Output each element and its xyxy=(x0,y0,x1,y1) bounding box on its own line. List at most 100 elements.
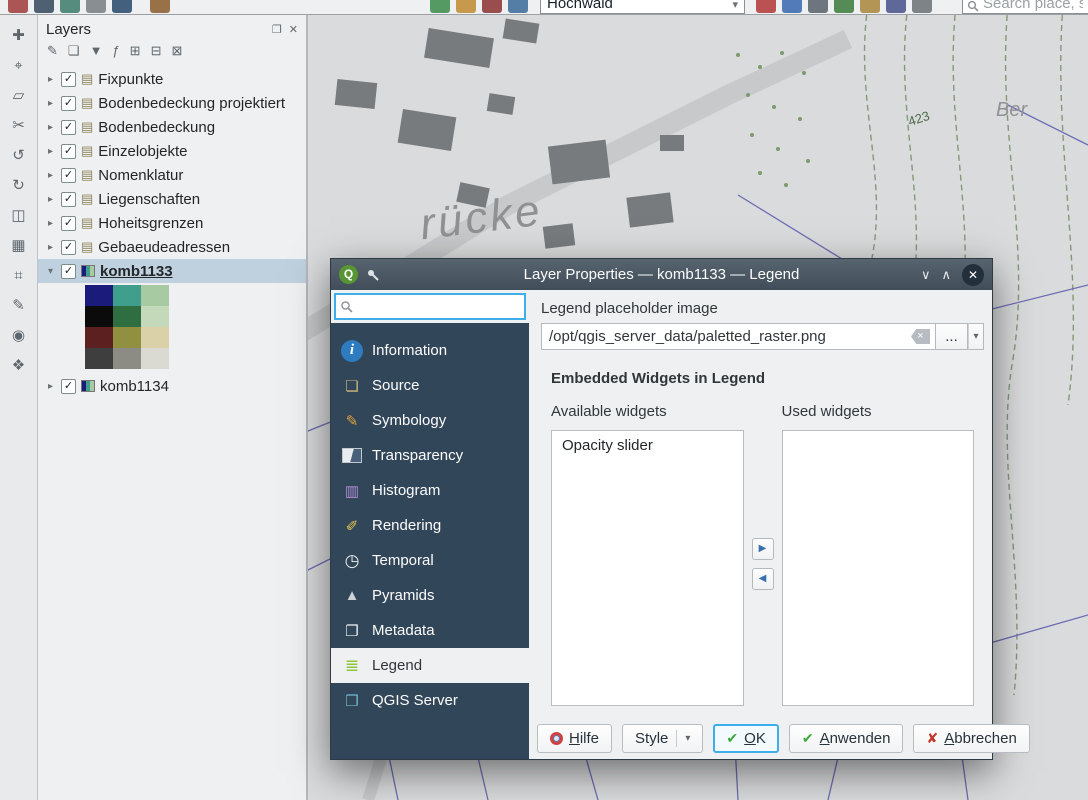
expand-arrow-icon[interactable]: ▸ xyxy=(45,122,56,133)
toolbar-icon[interactable] xyxy=(912,0,932,13)
tab-information[interactable]: Information xyxy=(331,333,529,368)
tab-metadata[interactable]: Metadata xyxy=(331,613,529,648)
target-icon[interactable]: ⌖ xyxy=(6,55,32,77)
cancel-button[interactable]: ✘Abbrechen xyxy=(913,724,1029,753)
filter-expression-icon[interactable]: ƒ xyxy=(112,43,119,59)
properties-search-input[interactable] xyxy=(357,298,520,315)
layer-checkbox[interactable]: ✓ xyxy=(61,120,76,135)
close-icon[interactable]: ✕ xyxy=(962,264,984,286)
toolbar-icon[interactable] xyxy=(482,0,502,13)
merge-icon[interactable]: ◫ xyxy=(6,205,32,227)
place-search-field[interactable] xyxy=(962,0,1088,14)
layer-tree-item[interactable]: ▸ ✓ ▤ Gebaeudeadressen xyxy=(38,235,306,259)
tab-temporal[interactable]: Temporal xyxy=(331,543,529,578)
expand-arrow-icon[interactable]: ▸ xyxy=(45,381,56,392)
toolbar-icon[interactable] xyxy=(112,0,132,13)
layer-tree-item[interactable]: ▸ ✓ ▤ Fixpunkte xyxy=(38,67,306,91)
digitize-icon[interactable]: ✚ xyxy=(6,25,32,47)
pin-icon[interactable] xyxy=(366,268,380,282)
tab-qgis-server[interactable]: QGIS Server xyxy=(331,683,529,718)
close-panel-icon[interactable]: ✕ xyxy=(289,23,298,36)
place-search-input[interactable] xyxy=(983,0,1083,12)
toolbar-icon[interactable] xyxy=(430,0,450,13)
toolbar-icon[interactable] xyxy=(886,0,906,13)
toolbar-icon[interactable] xyxy=(8,0,28,13)
redo-icon[interactable]: ↻ xyxy=(6,175,32,197)
polygon-icon[interactable]: ▱ xyxy=(6,85,32,107)
toolbar-icon[interactable] xyxy=(860,0,880,13)
expand-arrow-icon[interactable]: ▾ xyxy=(45,266,56,277)
add-widget-button[interactable]: ▶ xyxy=(752,538,774,560)
layer-checkbox[interactable]: ✓ xyxy=(61,216,76,231)
toolbar-icon[interactable] xyxy=(34,0,54,13)
dock-panel-icon[interactable]: ❐ xyxy=(272,23,282,36)
layer-tree-item[interactable]: ▸ ✓ ▤ Hoheitsgrenzen xyxy=(38,211,306,235)
layer-tree-item[interactable]: ▸ ✓ ▤ Bodenbedeckung projektiert xyxy=(38,91,306,115)
expand-arrow-icon[interactable]: ▸ xyxy=(45,194,56,205)
list-item[interactable]: Opacity slider xyxy=(562,437,733,454)
layer-tree-item[interactable]: ▸ ✓ ▤ Einzelobjekte xyxy=(38,139,306,163)
toolbar-icon[interactable] xyxy=(60,0,80,13)
used-widgets-list[interactable] xyxy=(782,430,975,706)
tab-source[interactable]: Source xyxy=(331,368,529,403)
split-icon[interactable]: ✂ xyxy=(6,115,32,137)
layer-tree-item[interactable]: ▸ ✓ ▤ Liegenschaften xyxy=(38,187,306,211)
image-path-field[interactable]: × xyxy=(541,323,936,350)
shade-up-icon[interactable]: ∧ xyxy=(941,267,951,283)
browse-dropdown-icon[interactable]: ▾ xyxy=(968,323,984,350)
help-button[interactable]: Hilfe xyxy=(537,724,612,753)
tab-transparency[interactable]: Transparency xyxy=(331,438,529,473)
toolbar-icon[interactable] xyxy=(808,0,828,13)
filter-legend-icon[interactable]: ▼ xyxy=(90,43,103,59)
toolbar-icon[interactable] xyxy=(150,0,170,13)
toolbar-icon[interactable] xyxy=(456,0,476,13)
remove-layer-icon[interactable]: ⊠ xyxy=(171,43,182,59)
layer-styling-icon[interactable]: ✎ xyxy=(47,43,58,59)
toolbar-icon[interactable] xyxy=(834,0,854,13)
tab-pyramids[interactable]: Pyramids xyxy=(331,578,529,613)
node-tool-icon[interactable]: ◉ xyxy=(6,325,32,347)
properties-search-field[interactable] xyxy=(334,293,526,320)
expand-arrow-icon[interactable]: ▸ xyxy=(45,98,56,109)
apply-button[interactable]: ✔Anwenden xyxy=(789,724,904,753)
layer-checkbox[interactable]: ✓ xyxy=(61,240,76,255)
ok-button[interactable]: ✔OK xyxy=(713,724,778,753)
browse-button[interactable]: ... xyxy=(936,323,968,350)
add-group-icon[interactable]: ❏ xyxy=(68,43,80,59)
expand-all-icon[interactable]: ⊞ xyxy=(130,43,141,59)
tab-legend[interactable]: Legend xyxy=(331,648,529,683)
edit-tool-icon[interactable]: ✎ xyxy=(6,295,32,317)
expand-arrow-icon[interactable]: ▸ xyxy=(45,74,56,85)
layer-tree-item[interactable]: ▸ ✓ komb1134 xyxy=(38,374,306,398)
collapse-all-icon[interactable]: ⊟ xyxy=(151,43,162,59)
tab-symbology[interactable]: Symbology xyxy=(331,403,529,438)
grid-tool-icon[interactable]: ⌗ xyxy=(6,265,32,287)
undo-icon[interactable]: ↺ xyxy=(6,145,32,167)
toolbar-icon[interactable] xyxy=(756,0,776,13)
layer-checkbox[interactable]: ✓ xyxy=(61,379,76,394)
image-path-input[interactable] xyxy=(549,328,907,345)
shade-down-icon[interactable]: ∨ xyxy=(921,267,931,283)
layer-checkbox[interactable]: ✓ xyxy=(61,168,76,183)
toolbar-icon[interactable] xyxy=(508,0,528,13)
toolbar-icon[interactable] xyxy=(86,0,106,13)
tab-histogram[interactable]: Histogram xyxy=(331,473,529,508)
layer-tree-item[interactable]: ▸ ✓ ▤ Bodenbedeckung xyxy=(38,115,306,139)
expand-arrow-icon[interactable]: ▸ xyxy=(45,218,56,229)
layer-tree-item-selected[interactable]: ▾ ✓ komb1133 xyxy=(38,259,306,283)
expand-arrow-icon[interactable]: ▸ xyxy=(45,170,56,181)
expand-arrow-icon[interactable]: ▸ xyxy=(45,242,56,253)
style-button[interactable]: Style▾ xyxy=(622,724,703,753)
locator-combobox[interactable]: Hochwald ▾ xyxy=(540,0,745,14)
layer-checkbox[interactable]: ✓ xyxy=(61,72,76,87)
layer-checkbox[interactable]: ✓ xyxy=(61,264,76,279)
clear-icon[interactable]: × xyxy=(911,329,930,344)
available-widgets-list[interactable]: Opacity slider xyxy=(551,430,744,706)
toolbar-icon[interactable] xyxy=(782,0,802,13)
expand-arrow-icon[interactable]: ▸ xyxy=(45,146,56,157)
layer-checkbox[interactable]: ✓ xyxy=(61,144,76,159)
select-tool-icon[interactable]: ❖ xyxy=(6,355,32,377)
remove-widget-button[interactable]: ◀ xyxy=(752,568,774,590)
layer-checkbox[interactable]: ✓ xyxy=(61,96,76,111)
raster-tool-icon[interactable]: ▦ xyxy=(6,235,32,257)
